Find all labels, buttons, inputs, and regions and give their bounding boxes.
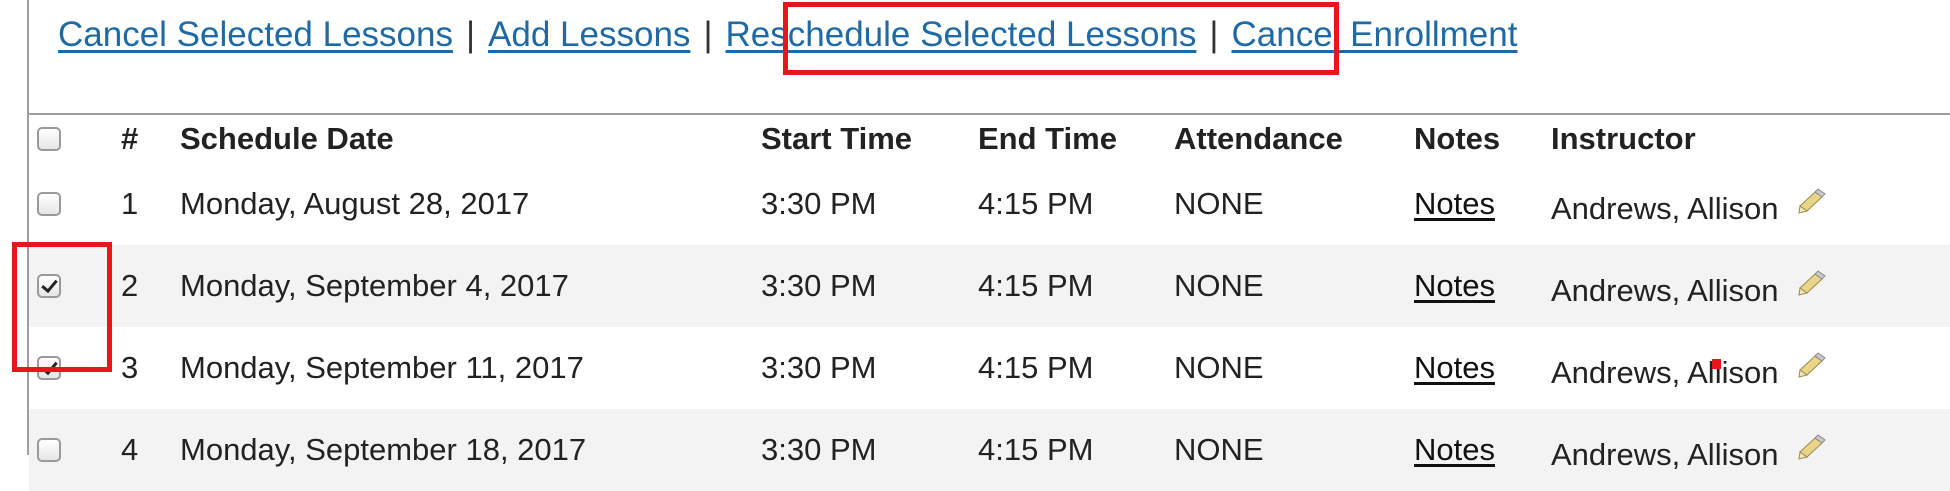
row-instructor-cell: Andrews, Allison: [1551, 409, 1950, 491]
reschedule-selected-lessons-link[interactable]: Reschedule Selected Lessons: [726, 15, 1197, 55]
notes-link[interactable]: Notes: [1414, 186, 1495, 221]
separator: |: [703, 15, 713, 54]
row-end-time: 4:15 PM: [978, 245, 1174, 327]
row-start-time: 3:30 PM: [760, 409, 978, 491]
row-attendance: NONE: [1174, 350, 1264, 385]
cancel-enrollment-link[interactable]: Cancel Enrollment: [1231, 15, 1517, 55]
table-header-row: # Schedule Date Start Time End Time Atte…: [29, 115, 1950, 163]
header-select-all-cell: [29, 115, 108, 163]
header-end-time: End Time: [978, 115, 1174, 163]
separator: |: [465, 15, 476, 54]
row-notes-cell: Notes: [1414, 327, 1551, 409]
header-start-time: Start Time: [760, 115, 978, 163]
select-all-checkbox[interactable]: [37, 127, 61, 151]
table-row: 3 Monday, September 11, 2017 3:30 PM 4:1…: [29, 327, 1950, 409]
row-end-time: 4:15 PM: [978, 350, 1094, 385]
row-select-cell: [29, 245, 108, 327]
row-instructor-cell: Andrews, Allison: [1551, 327, 1950, 409]
row-instructor: Andrews, Allison: [1551, 191, 1779, 226]
row-start-time: 3:30 PM: [760, 245, 978, 327]
row-end-time: 4:15 PM: [978, 186, 1094, 221]
row-number: 1: [121, 186, 139, 221]
pencil-edit-icon[interactable]: [1797, 432, 1827, 468]
table-row: 4 Monday, September 18, 2017 3:30 PM 4:1…: [29, 409, 1950, 491]
row-attendance: NONE: [1174, 186, 1264, 221]
row-notes-cell: Notes: [1414, 163, 1551, 245]
row-select-cell: [29, 163, 108, 245]
row-schedule-date: Monday, September 11, 2017: [180, 350, 584, 385]
header-num: #: [108, 115, 168, 163]
row-schedule-date: Monday, September 18, 2017: [168, 409, 760, 491]
add-lessons-link[interactable]: Add Lessons: [488, 15, 690, 55]
row-start-time: 3:30 PM: [761, 186, 877, 221]
row-number: 3: [121, 350, 139, 385]
notes-link[interactable]: Notes: [1414, 268, 1495, 303]
header-attendance: Attendance: [1174, 115, 1414, 163]
notes-link[interactable]: Notes: [1414, 432, 1495, 467]
pencil-edit-icon[interactable]: [1797, 186, 1827, 222]
table-row: 1 Monday, August 28, 2017 3:30 PM 4:15 P…: [29, 163, 1950, 245]
separator: |: [1209, 15, 1219, 54]
notes-link[interactable]: Notes: [1414, 350, 1495, 385]
row-instructor-cell: Andrews, Allison: [1551, 245, 1950, 327]
pencil-edit-icon[interactable]: [1797, 350, 1827, 386]
row-notes-cell: Notes: [1414, 409, 1551, 491]
lessons-table: # Schedule Date Start Time End Time Atte…: [29, 115, 1950, 491]
row-checkbox[interactable]: [37, 356, 61, 380]
row-schedule-date: Monday, August 28, 2017: [180, 186, 530, 221]
header-instructor: Instructor: [1551, 115, 1950, 163]
row-checkbox[interactable]: [37, 192, 61, 216]
header-schedule-date: Schedule Date: [168, 115, 760, 163]
row-checkbox[interactable]: [37, 438, 61, 462]
row-select-cell: [29, 409, 108, 491]
row-schedule-date: Monday, September 4, 2017: [168, 245, 760, 327]
cancel-selected-lessons-link[interactable]: Cancel Selected Lessons: [58, 15, 453, 55]
row-end-time: 4:15 PM: [978, 409, 1174, 491]
red-marker: [1712, 359, 1721, 369]
row-instructor-cell: Andrews, Allison: [1551, 163, 1950, 245]
row-select-cell: [29, 327, 108, 409]
row-notes-cell: Notes: [1414, 245, 1551, 327]
header-notes: Notes: [1414, 115, 1551, 163]
table-row: 2 Monday, September 4, 2017 3:30 PM 4:15…: [29, 245, 1950, 327]
row-attendance: NONE: [1174, 409, 1414, 491]
row-attendance: NONE: [1174, 245, 1414, 327]
row-number: 2: [108, 245, 168, 327]
action-bar: Cancel Selected Lessons | Add Lessons | …: [58, 10, 1517, 60]
row-instructor: Andrews, Allison: [1551, 355, 1779, 390]
row-checkbox[interactable]: [37, 274, 61, 298]
row-instructor: Andrews, Allison: [1551, 273, 1779, 308]
pencil-edit-icon[interactable]: [1797, 268, 1827, 304]
row-start-time: 3:30 PM: [761, 350, 877, 385]
row-number: 4: [108, 409, 168, 491]
